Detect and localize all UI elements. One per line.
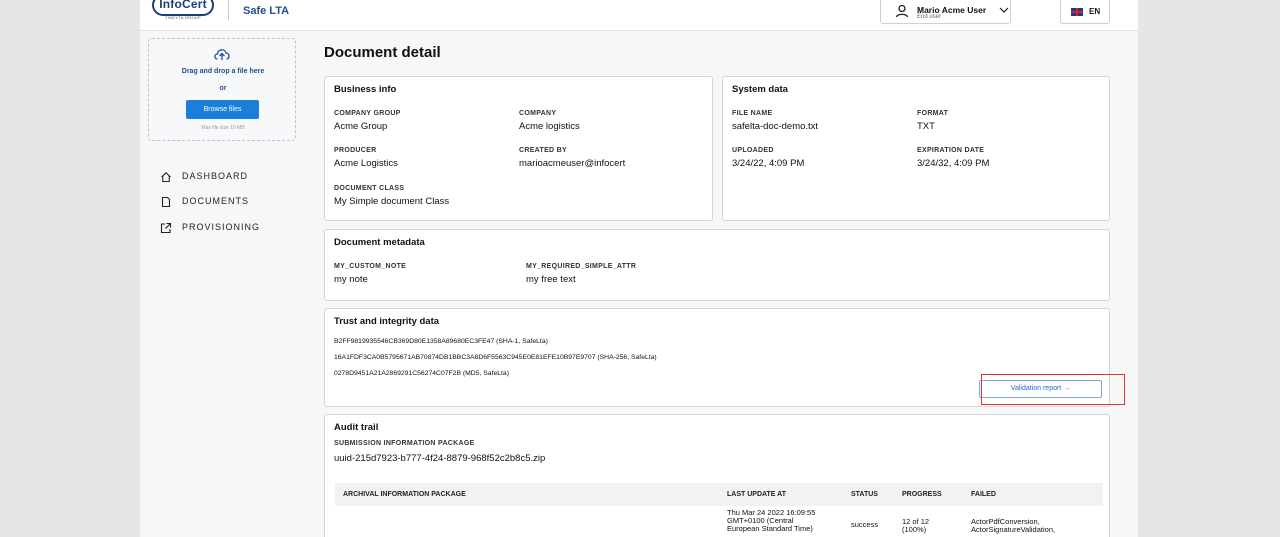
- company-group-label: COMPANY GROUP: [334, 110, 401, 117]
- failed-cell: ActorPdfConversion, ActorSignatureValida…: [971, 517, 1056, 534]
- sip-label: SUBMISSION INFORMATION PACKAGE: [334, 440, 475, 447]
- column-header: LAST UPDATE AT: [727, 491, 786, 498]
- app-window: InfoCert TINEXTA GROUP Safe LTA Mario Ac…: [140, 0, 1138, 537]
- language-selector[interactable]: EN: [1060, 0, 1110, 24]
- page-title: Document detail: [324, 44, 441, 61]
- hash-md5: 0278D9451A21A2869291C56274C07F2B (MD5, S…: [334, 370, 509, 377]
- dropzone-text: Drag and drop a file here: [181, 68, 265, 75]
- document-class-value: My Simple document Class: [334, 196, 450, 207]
- document-metadata-card: Document metadata MY_CUSTOM_NOTE my note…: [324, 229, 1110, 301]
- max-file-size: Max file size 10 MB: [201, 125, 245, 131]
- format-label: FORMAT: [917, 110, 949, 117]
- uploaded-value: 3/24/22, 4:09 PM: [732, 158, 805, 169]
- nav-label-documents: DOCUMENTS: [182, 196, 249, 206]
- user-role: End user: [917, 14, 942, 20]
- producer-label: PRODUCER: [334, 147, 377, 154]
- column-header: FAILED: [971, 491, 996, 498]
- trust-integrity-title: Trust and integrity data: [334, 316, 440, 327]
- home-icon: [161, 172, 171, 183]
- cloud-upload-icon: [214, 49, 230, 60]
- system-data-title: System data: [732, 84, 788, 95]
- dropzone-or: or: [219, 85, 227, 92]
- uploaded-label: UPLOADED: [732, 147, 774, 154]
- header-divider: [228, 0, 229, 20]
- user-icon: [895, 4, 909, 18]
- created-by-value: marioacmeuser@infocert: [519, 158, 626, 169]
- business-info-card: Business info COMPANY GROUP Acme Group C…: [324, 76, 713, 221]
- company-value: Acme logistics: [519, 121, 580, 132]
- format-value: TXT: [917, 121, 935, 132]
- logo-text: InfoCert: [159, 0, 207, 11]
- column-header: ARCHIVAL INFORMATION PACKAGE: [343, 491, 466, 498]
- file-dropzone[interactable]: Drag and drop a file here or Browse file…: [148, 38, 296, 141]
- expiration-date-label: EXPIRATION DATE: [917, 147, 985, 154]
- chevron-down-icon: [999, 7, 1009, 13]
- company-label: COMPANY: [519, 110, 557, 117]
- required-attr-value: my free text: [526, 274, 576, 285]
- infocert-logo[interactable]: InfoCert TINEXTA GROUP: [152, 0, 214, 22]
- user-menu-button[interactable]: Mario Acme User End user: [880, 0, 1011, 24]
- custom-note-value: my note: [334, 274, 368, 285]
- uk-flag-icon: [1071, 8, 1083, 16]
- hash-sha1: B2FF9819935546CB369D80E1358A89680EC3FE47…: [334, 338, 548, 345]
- document-icon: [161, 196, 171, 208]
- browse-files-button[interactable]: Browse files: [186, 100, 259, 119]
- system-data-card: System data FILE NAME safelta-doc-demo.t…: [722, 76, 1110, 221]
- column-header: PROGRESS: [902, 491, 942, 498]
- nav-label-dashboard: DASHBOARD: [182, 171, 249, 181]
- last-update-cell: Thu Mar 24 2022 16:09:55 GMT+0100 (Centr…: [727, 508, 816, 533]
- custom-note-label: MY_CUSTOM_NOTE: [334, 263, 407, 270]
- file-name-label: FILE NAME: [732, 110, 773, 117]
- document-class-label: DOCUMENT CLASS: [334, 185, 405, 192]
- hash-sha256: 16A1FDF3CA0B5795671AB70874DB1BBC3A8D6F55…: [334, 354, 657, 361]
- sip-value: uuid-215d7923-b777-4f24-8879-968f52c2b8c…: [334, 453, 546, 464]
- required-attr-label: MY_REQUIRED_SIMPLE_ATTR: [526, 263, 637, 270]
- expiration-date-value: 3/24/32, 4:09 PM: [917, 158, 990, 169]
- external-link-icon: [160, 222, 172, 234]
- logo-subtitle: TINEXTA GROUP: [164, 15, 202, 20]
- top-bar: InfoCert TINEXTA GROUP Safe LTA Mario Ac…: [140, 0, 1138, 31]
- language-label: EN: [1089, 7, 1101, 16]
- status-cell: success: [851, 520, 879, 529]
- audit-trail-title: Audit trail: [334, 422, 379, 433]
- document-metadata-title: Document metadata: [334, 237, 425, 248]
- audit-trail-card: Audit trail SUBMISSION INFORMATION PACKA…: [324, 414, 1110, 537]
- business-info-title: Business info: [334, 84, 397, 95]
- progress-cell: 12 of 12 (100%): [902, 517, 930, 534]
- app-name: Safe LTA: [243, 5, 290, 17]
- company-group-value: Acme Group: [334, 121, 388, 132]
- nav-label-provisioning: PROVISIONING: [182, 222, 261, 232]
- producer-value: Acme Logistics: [334, 158, 398, 169]
- highlight-box: [981, 374, 1125, 405]
- created-by-label: CREATED BY: [519, 147, 567, 154]
- column-header: STATUS: [851, 491, 878, 498]
- audit-table-header: ARCHIVAL INFORMATION PACKAGE LAST UPDATE…: [335, 483, 1103, 506]
- file-name-value: safelta-doc-demo.txt: [732, 121, 819, 132]
